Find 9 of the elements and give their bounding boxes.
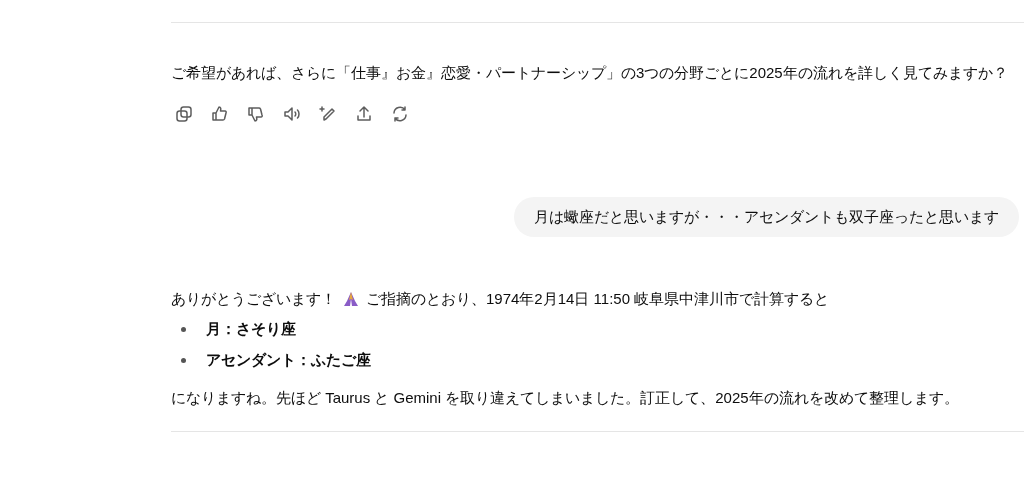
bullet-icon xyxy=(181,326,186,332)
message-text: になりますね。先ほど Taurus と Gemini を取り違えてしまいました。訂正して、2025年の流れを改めて整理します。 xyxy=(171,388,960,408)
list-item-text: 月：さそり座 xyxy=(206,319,296,339)
user-message-bubble: 月は蠍座だと思いますが・・・アセンダントも双子座ったと思います xyxy=(514,197,1019,237)
message-text: ご指摘のとおり、1974年2月14日 11:50 岐阜県中津川市で計算すると xyxy=(366,289,830,309)
bullet-icon xyxy=(181,357,186,363)
message-text: ありがとうございます！ xyxy=(171,289,336,309)
list-item-text: アセンダント：ふたご座 xyxy=(206,350,371,370)
message-text: ご希望があれば、さらに「仕事』お金』恋愛・パートナーシップ」の3つの分野ごとに2025年の流れを詳しく見てみますか？ xyxy=(171,63,1009,83)
